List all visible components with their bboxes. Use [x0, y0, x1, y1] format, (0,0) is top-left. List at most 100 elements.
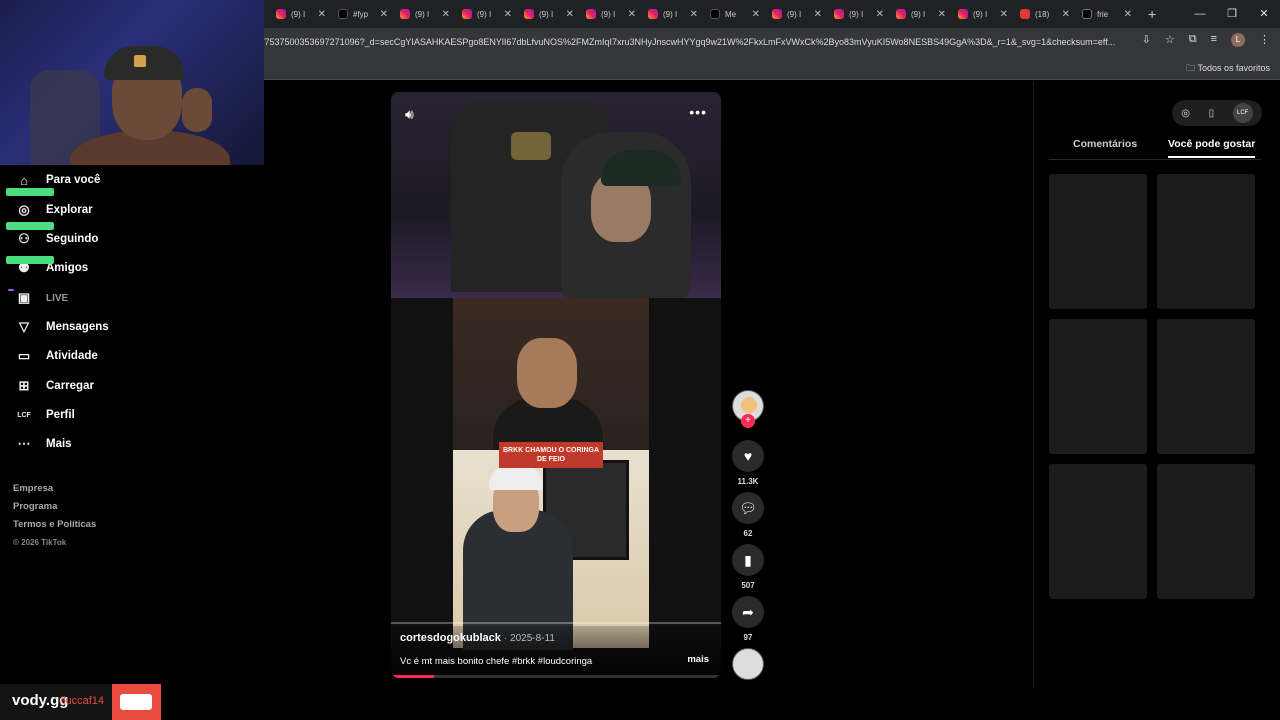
- sidebar-item-atividade[interactable]: ▭ Atividade: [16, 344, 98, 368]
- close-tab-icon[interactable]: ✕: [690, 9, 698, 20]
- extensions-icon[interactable]: ⧉: [1189, 33, 1197, 47]
- maximize-button[interactable]: ❐: [1216, 0, 1248, 28]
- browser-tab[interactable]: (9) I ✕: [518, 0, 580, 28]
- browser-tab[interactable]: (9) I ✕: [456, 0, 518, 28]
- vody-badge-icon: [120, 694, 152, 710]
- share-arrow-icon[interactable]: ➦: [732, 596, 764, 628]
- sidebar-item-carregar[interactable]: ⊞ Carregar: [16, 374, 94, 398]
- sidebar-item-label: LIVE: [46, 292, 69, 304]
- suggested-video-thumbnail[interactable]: [1157, 319, 1255, 454]
- bookmark-star-icon[interactable]: ☆: [1165, 33, 1175, 47]
- close-tab-icon[interactable]: ✕: [504, 9, 512, 20]
- suggested-video-thumbnail[interactable]: [1049, 319, 1147, 454]
- new-tab-button[interactable]: +: [1148, 6, 1156, 22]
- chair-logo: [511, 132, 551, 160]
- minimize-button[interactable]: —: [1184, 0, 1216, 28]
- close-tab-icon[interactable]: ✕: [1062, 9, 1070, 20]
- browser-tab[interactable]: (9) I ✕: [952, 0, 1014, 28]
- close-tab-icon[interactable]: ✕: [442, 9, 450, 20]
- comment-count: 62: [743, 529, 753, 538]
- instagram-icon: [896, 9, 906, 19]
- browser-tab[interactable]: (18) ✕: [1014, 0, 1076, 28]
- media-control-icon[interactable]: ≡: [1211, 33, 1217, 47]
- close-tab-icon[interactable]: ✕: [938, 9, 946, 20]
- browser-tab[interactable]: (9) I ✕: [394, 0, 456, 28]
- instagram-icon: [524, 9, 534, 19]
- user-avatar[interactable]: LCF: [1232, 103, 1253, 123]
- sidebar-item-explorar[interactable]: ◎ Explorar: [16, 198, 93, 222]
- close-tab-icon[interactable]: ✕: [628, 9, 636, 20]
- browser-tab[interactable]: (9) I ✕: [766, 0, 828, 28]
- browser-tab[interactable]: (9) I ✕: [642, 0, 704, 28]
- video-author[interactable]: cortesdogokublack · 2025-8-11: [400, 632, 555, 644]
- suggested-video-thumbnail[interactable]: [1049, 464, 1147, 599]
- window-controls: — ❐ ✕: [1184, 0, 1280, 28]
- video-upper-clip: [453, 298, 649, 450]
- tab-comentarios[interactable]: Comentários: [1073, 138, 1137, 150]
- profile-avatar[interactable]: L: [1231, 33, 1245, 47]
- close-tab-icon[interactable]: ✕: [566, 9, 574, 20]
- more-options-icon[interactable]: •••: [689, 104, 707, 120]
- video-progress-bar[interactable]: [391, 622, 721, 624]
- tab-title: frie: [1097, 9, 1109, 19]
- close-tab-icon[interactable]: ✕: [814, 9, 822, 20]
- description-more-button[interactable]: mais: [687, 654, 709, 665]
- browser-tab[interactable]: (9) I ✕: [828, 0, 890, 28]
- comment-icon[interactable]: 💬︎: [732, 492, 764, 524]
- browser-tab[interactable]: (9) I ✕: [580, 0, 642, 28]
- suggested-video-thumbnail[interactable]: [1157, 464, 1255, 599]
- sidebar-item-label: Explorar: [46, 204, 93, 216]
- close-tab-icon[interactable]: ✕: [318, 9, 326, 20]
- mobile-device-icon[interactable]: ▯: [1209, 108, 1215, 119]
- vody-overlay: vody.gg /luccaf14: [0, 684, 161, 720]
- video-caption-overlay: BRKK CHAMOU O CORINGA DE FEIO: [499, 442, 603, 468]
- close-tab-icon[interactable]: ✕: [1124, 9, 1132, 20]
- install-app-icon[interactable]: ⇩: [1142, 33, 1151, 47]
- tab-title: (9) I: [415, 9, 430, 19]
- compass-icon: ◎: [18, 202, 30, 217]
- sidebar-item-perfil[interactable]: LCF Perfil: [16, 403, 75, 427]
- sidebar-item-seguindo[interactable]: ⚇ Seguindo: [16, 227, 98, 251]
- suggested-video-thumbnail[interactable]: [1049, 174, 1147, 309]
- sidebar-item-mensagens[interactable]: ▽ Mensagens: [16, 315, 109, 339]
- video-player[interactable]: BRKK CHAMOU O CORINGA DE FEIO 🔊︎ ••• cor…: [391, 92, 721, 678]
- footer-link[interactable]: Programa: [13, 498, 96, 516]
- all-bookmarks-label: Todos os favoritos: [1197, 63, 1270, 73]
- close-tab-icon[interactable]: ✕: [876, 9, 884, 20]
- browser-tab[interactable]: (9) I ✕: [890, 0, 952, 28]
- sidebar-item-mais[interactable]: ⋯ Mais: [16, 432, 72, 456]
- close-tab-icon[interactable]: ✕: [752, 9, 760, 20]
- bookmark-icon[interactable]: ▮: [732, 544, 764, 576]
- close-window-button[interactable]: ✕: [1248, 0, 1280, 28]
- close-tab-icon[interactable]: ✕: [1000, 9, 1008, 20]
- footer-link[interactable]: Termos e Políticas: [13, 516, 96, 534]
- like-count: 11.3K: [737, 477, 759, 486]
- like-heart-icon[interactable]: ♥: [732, 440, 764, 472]
- all-bookmarks-folder[interactable]: 🗀 Todos os favoritos: [1186, 61, 1270, 77]
- browser-menu-icon[interactable]: ⋮: [1259, 33, 1270, 47]
- tab-title: (9) I: [601, 9, 616, 19]
- url-field[interactable]: /7537500353697271096?_d=secCgYIASAHKAESP…: [262, 33, 1117, 51]
- suggested-video-thumbnail[interactable]: [1157, 174, 1255, 309]
- sidebar-item-label: Perfil: [46, 409, 75, 421]
- follow-plus-icon[interactable]: +: [741, 414, 755, 428]
- browser-tab[interactable]: frie ✕: [1076, 0, 1138, 28]
- playback-bar-fill: [391, 675, 434, 678]
- tab-title: (9) I: [663, 9, 678, 19]
- volume-icon[interactable]: 🔊︎: [405, 106, 414, 123]
- sound-disc-avatar[interactable]: [732, 648, 764, 680]
- video-top-scene: [391, 92, 721, 298]
- close-tab-icon[interactable]: ✕: [380, 9, 388, 20]
- tab-voce-pode-gostar[interactable]: Você pode gostar: [1168, 138, 1256, 158]
- browser-tab[interactable]: Me ✕: [704, 0, 766, 28]
- right-panel-tabs: Comentários Você pode gostar: [1049, 138, 1261, 158]
- sidebar-item-label: Carregar: [46, 380, 94, 392]
- sidebar-item-live[interactable]: ▣ LIVE: [16, 286, 68, 310]
- vody-handle: /luccaf14: [60, 695, 105, 707]
- browser-tab[interactable]: (9) I ✕: [270, 0, 332, 28]
- sidebar-item-label: Para você: [46, 174, 101, 186]
- footer-link[interactable]: Empresa: [13, 480, 96, 498]
- browser-tab[interactable]: #fyp ✕: [332, 0, 394, 28]
- playback-bar: [391, 675, 721, 678]
- compass-icon[interactable]: ◎: [1181, 108, 1190, 119]
